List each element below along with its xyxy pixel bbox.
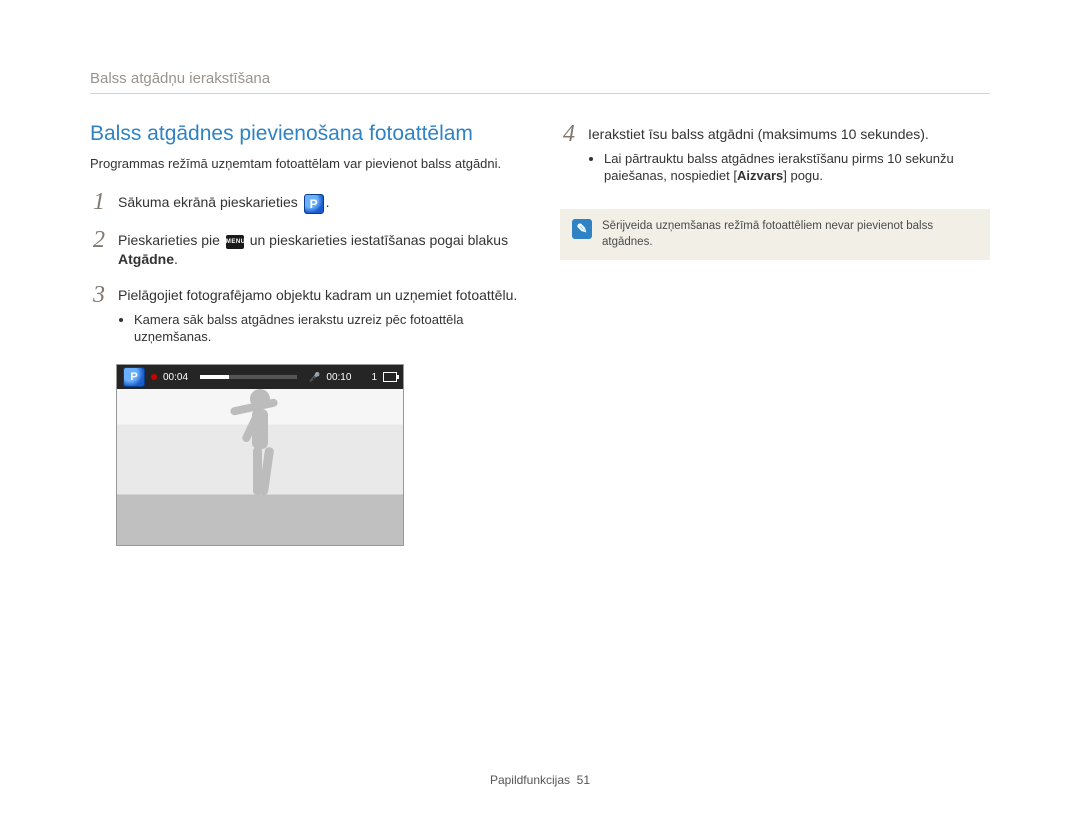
note-icon: ✎ [572,219,592,239]
step-3: 3 Pielāgojiet fotografējamo objektu kadr… [90,283,520,350]
step-3-text: Pielāgojiet fotografējamo objektu kadram… [118,287,517,303]
step-4-text: Ierakstiet īsu balss atgādni (maksimums … [588,126,929,142]
subject-silhouette-icon [225,383,295,503]
step-4-sub: Lai pārtrauktu balss atgādnes ierakstīša… [604,150,990,185]
step-number: 2 [90,228,108,252]
camera-preview: P 00:04 🎤 00:10 1 [116,364,404,546]
intro-text: Programmas režīmā uzņemtam fotoattēlam v… [90,156,520,172]
page-footer: Papildfunkcijas 51 [0,773,1080,787]
step-1: 1 Sākuma ekrānā pieskarieties . [90,190,520,214]
progress-bar [200,375,297,379]
right-column: 4 Ierakstiet īsu balss atgādni (maksimum… [560,122,990,546]
step-number: 1 [90,190,108,214]
step-1-text-a: Sākuma ekrānā pieskarieties [118,194,302,210]
program-mode-icon: P [123,367,145,387]
step-2-keyword: Atgādne [118,251,174,267]
step-1-text-b: . [326,194,330,210]
footer-page: 51 [577,773,590,787]
menu-icon [226,235,244,249]
battery-icon [383,372,397,382]
step-number: 3 [90,283,108,307]
elapsed-time: 00:04 [163,372,188,383]
step-2-text-b: un pieskarieties iestatīšanas pogai blak… [250,232,508,248]
left-column: Balss atgādnes pievienošana fotoattēlam … [90,122,520,546]
record-dot-icon [151,374,157,380]
page-title: Balss atgādnes pievienošana fotoattēlam [90,122,520,146]
step-2-text-c: . [174,251,178,267]
note-text: Sērijveida uzņemšanas režīmā fotoattēlie… [602,219,978,250]
mic-icon: 🎤 [309,372,320,383]
breadcrumb: Balss atgādņu ierakstīšana [90,70,990,94]
step-2-text-a: Pieskarieties pie [118,232,224,248]
shot-count: 1 [371,372,377,383]
step-number: 4 [560,122,578,146]
step-4-sub-b: ] pogu. [783,168,823,183]
program-mode-icon [304,194,324,214]
total-time: 00:10 [326,372,351,383]
step-4: 4 Ierakstiet īsu balss atgādni (maksimum… [560,122,990,189]
footer-section: Papildfunkcijas [490,773,570,787]
step-3-sub: Kamera sāk balss atgādnes ierakstu uzrei… [134,311,520,346]
step-4-keyword: Aizvars [737,168,783,183]
step-2: 2 Pieskarieties pie un pieskarieties ies… [90,228,520,269]
note-box: ✎ Sērijveida uzņemšanas režīmā fotoattēl… [560,209,990,260]
